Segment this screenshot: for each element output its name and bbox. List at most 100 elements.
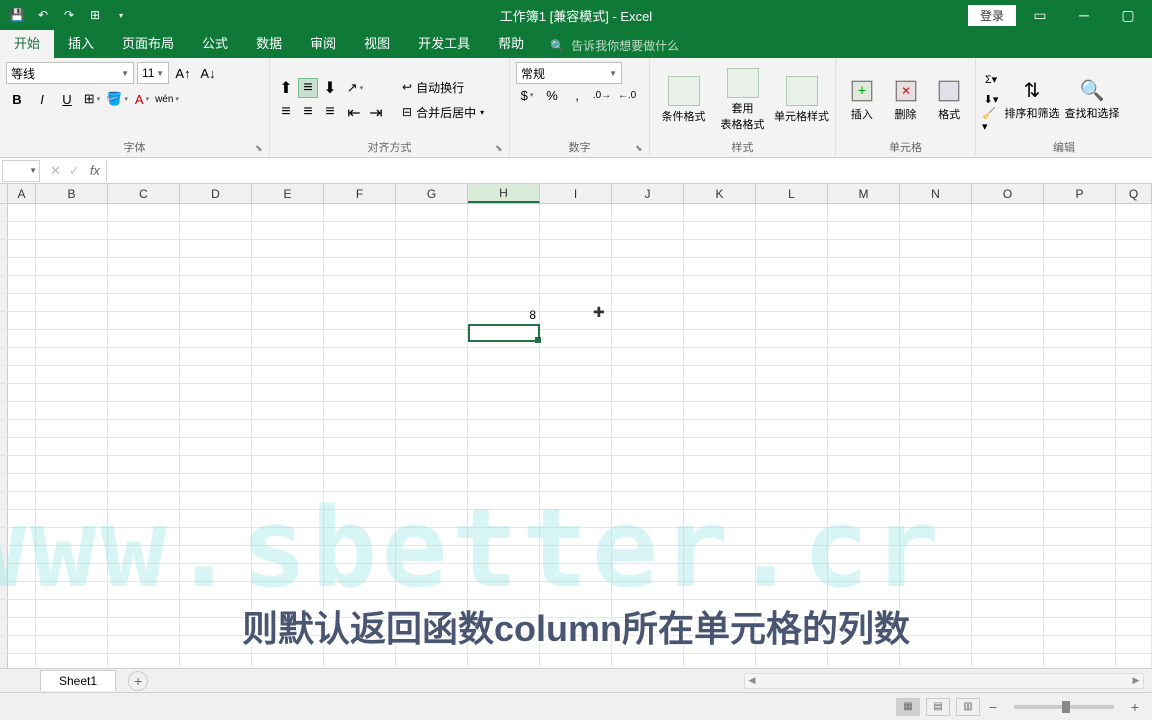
cell[interactable]: [612, 582, 684, 599]
tab-developer[interactable]: 开发工具: [404, 27, 484, 58]
cell[interactable]: [324, 240, 396, 257]
cell[interactable]: [36, 438, 108, 455]
cell[interactable]: [1044, 294, 1116, 311]
delete-cells-button[interactable]: × 删除: [886, 78, 926, 122]
cell[interactable]: [972, 222, 1044, 239]
cell[interactable]: [468, 528, 540, 545]
cell[interactable]: [396, 384, 468, 401]
cell[interactable]: [756, 510, 828, 527]
cell[interactable]: [396, 474, 468, 491]
cell[interactable]: [8, 258, 36, 275]
cell[interactable]: [324, 420, 396, 437]
login-button[interactable]: 登录: [968, 5, 1016, 26]
cell[interactable]: [180, 582, 252, 599]
cell[interactable]: [8, 438, 36, 455]
cell[interactable]: [8, 294, 36, 311]
cell[interactable]: [684, 420, 756, 437]
cell[interactable]: [180, 618, 252, 635]
row-header[interactable]: [0, 330, 8, 347]
cell[interactable]: [1044, 564, 1116, 581]
cell[interactable]: [540, 474, 612, 491]
cell[interactable]: [396, 636, 468, 653]
cell[interactable]: [8, 636, 36, 653]
row-header[interactable]: [0, 384, 8, 401]
cell[interactable]: [252, 420, 324, 437]
cell[interactable]: [900, 546, 972, 563]
cell[interactable]: [324, 456, 396, 473]
tab-data[interactable]: 数据: [242, 27, 296, 58]
cell[interactable]: [108, 312, 180, 329]
column-header-D[interactable]: D: [180, 184, 252, 203]
cell[interactable]: [1044, 276, 1116, 293]
page-layout-view-button[interactable]: ▤: [926, 698, 950, 716]
cell[interactable]: [756, 528, 828, 545]
wrap-text-button[interactable]: ↩ 自动换行: [398, 77, 488, 98]
cell[interactable]: [180, 258, 252, 275]
phonetic-button[interactable]: wén: [156, 88, 178, 110]
decrease-indent-button[interactable]: ⇤: [344, 103, 364, 123]
cell[interactable]: [684, 618, 756, 635]
cell[interactable]: [756, 456, 828, 473]
cell[interactable]: [8, 528, 36, 545]
column-header-Q[interactable]: Q: [1116, 184, 1152, 203]
row-header[interactable]: [0, 420, 8, 437]
cell[interactable]: [1044, 600, 1116, 617]
cell[interactable]: [396, 492, 468, 509]
cell[interactable]: [324, 438, 396, 455]
active-cell-selection[interactable]: [468, 324, 540, 342]
name-box[interactable]: ▼: [2, 160, 40, 182]
row-header[interactable]: [0, 492, 8, 509]
ribbon-options-icon[interactable]: ▭: [1020, 1, 1060, 29]
cell[interactable]: [1044, 240, 1116, 257]
cell[interactable]: [1116, 402, 1152, 419]
cell[interactable]: [756, 420, 828, 437]
cell[interactable]: [684, 258, 756, 275]
cell[interactable]: [612, 510, 684, 527]
cell[interactable]: [828, 600, 900, 617]
cell[interactable]: [756, 582, 828, 599]
cell[interactable]: [36, 546, 108, 563]
cell[interactable]: [972, 204, 1044, 221]
column-header-C[interactable]: C: [108, 184, 180, 203]
sort-filter-button[interactable]: ⇅ 排序和筛选: [1004, 78, 1060, 121]
fx-icon[interactable]: fx: [90, 163, 100, 178]
border-button[interactable]: ⊞: [81, 88, 103, 110]
cell[interactable]: [180, 600, 252, 617]
horizontal-scrollbar[interactable]: ◀ ▶: [744, 673, 1144, 689]
cell[interactable]: [468, 582, 540, 599]
cell[interactable]: [324, 402, 396, 419]
column-header-B[interactable]: B: [36, 184, 108, 203]
cell[interactable]: [540, 438, 612, 455]
cell[interactable]: [972, 420, 1044, 437]
zoom-out-button[interactable]: −: [986, 699, 1000, 715]
cell[interactable]: [900, 222, 972, 239]
row-header[interactable]: [0, 204, 8, 221]
cell[interactable]: [108, 420, 180, 437]
cell[interactable]: [828, 492, 900, 509]
cell[interactable]: [36, 636, 108, 653]
cell[interactable]: [684, 438, 756, 455]
cell[interactable]: [684, 510, 756, 527]
cell[interactable]: [828, 240, 900, 257]
cell[interactable]: [828, 384, 900, 401]
cell[interactable]: [684, 366, 756, 383]
cell[interactable]: [108, 276, 180, 293]
column-header-J[interactable]: J: [612, 184, 684, 203]
cell[interactable]: [1044, 546, 1116, 563]
comma-button[interactable]: ,: [566, 84, 588, 106]
cell[interactable]: [972, 384, 1044, 401]
cell[interactable]: [396, 312, 468, 329]
cell[interactable]: [252, 366, 324, 383]
cell[interactable]: [8, 474, 36, 491]
cell[interactable]: [396, 582, 468, 599]
cell[interactable]: [972, 366, 1044, 383]
cell[interactable]: [1044, 492, 1116, 509]
cell[interactable]: [612, 474, 684, 491]
cell[interactable]: [252, 492, 324, 509]
cell[interactable]: [36, 492, 108, 509]
align-center-button[interactable]: ≡: [298, 102, 318, 122]
cell[interactable]: [36, 258, 108, 275]
cell[interactable]: [684, 222, 756, 239]
cell[interactable]: [324, 204, 396, 221]
cell[interactable]: [468, 420, 540, 437]
